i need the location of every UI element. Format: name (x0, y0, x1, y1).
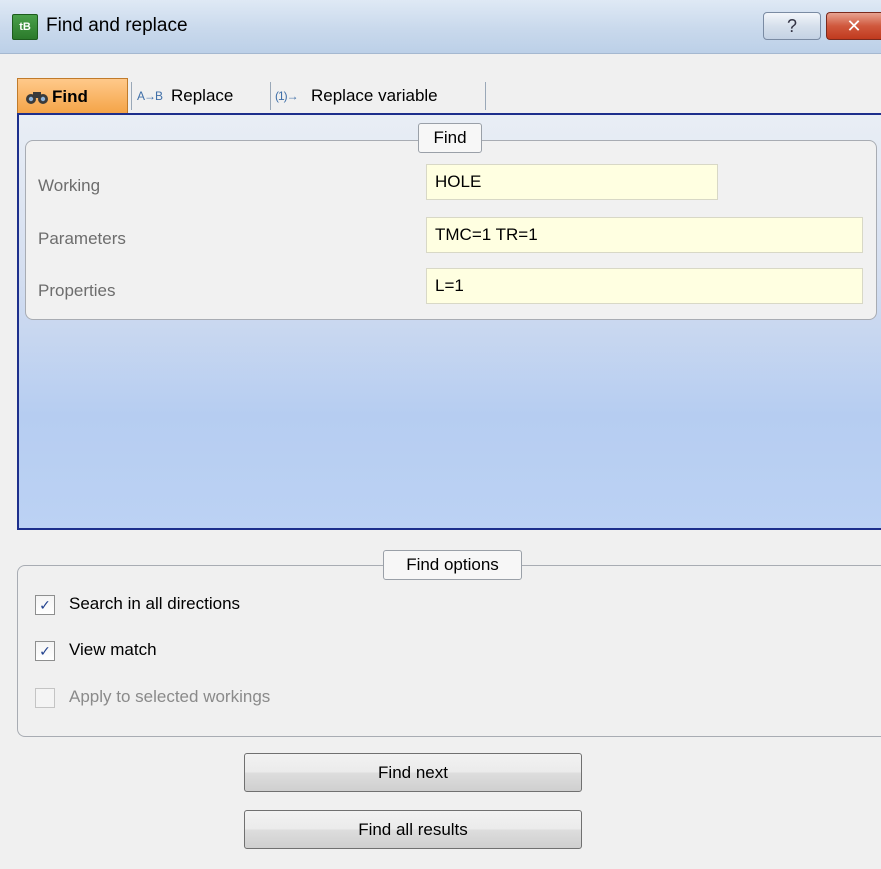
tab-find[interactable]: Find (17, 78, 128, 114)
tab-replace[interactable]: A→B Replace (135, 78, 270, 114)
parameters-label: Parameters (38, 229, 126, 248)
tab-divider (485, 82, 486, 110)
window-title: Find and replace (46, 15, 188, 36)
tab-divider (270, 82, 271, 110)
working-label: Working (38, 176, 101, 195)
app-icon: tB (12, 14, 38, 40)
view-match-checkbox[interactable]: ✓ (35, 641, 55, 661)
tab-replace-variable[interactable]: (1)→ Replace variable (273, 78, 487, 114)
help-button[interactable]: ? (763, 12, 821, 40)
tab-divider (131, 82, 132, 110)
parameters-field[interactable]: TMC=1 TR=1 (426, 217, 863, 253)
apply-selected-workings-checkbox[interactable] (35, 688, 55, 708)
close-button[interactable]: ✕ (826, 12, 881, 40)
properties-field[interactable]: L=1 (426, 268, 863, 304)
search-all-directions-label: Search in all directions (69, 594, 241, 613)
title-bar: tB Find and replace ? ✕ (0, 0, 881, 54)
search-all-directions-checkbox[interactable]: ✓ (35, 595, 55, 615)
tab-replace-variable-label: Replace variable (311, 86, 438, 105)
working-field[interactable]: HOLE (426, 164, 718, 200)
find-group-legend: Find (418, 123, 482, 153)
find-options-legend: Find options (383, 550, 522, 580)
tab-find-label: Find (52, 87, 88, 106)
find-next-button[interactable]: Find next (244, 753, 582, 792)
find-all-results-button[interactable]: Find all results (244, 810, 582, 849)
apply-selected-workings-label: Apply to selected workings (69, 687, 271, 706)
properties-label: Properties (38, 281, 116, 300)
replace-icon: A→B (137, 89, 163, 103)
replace-variable-icon: (1)→ (275, 89, 299, 103)
view-match-label: View match (69, 640, 157, 659)
tab-replace-label: Replace (171, 86, 234, 105)
